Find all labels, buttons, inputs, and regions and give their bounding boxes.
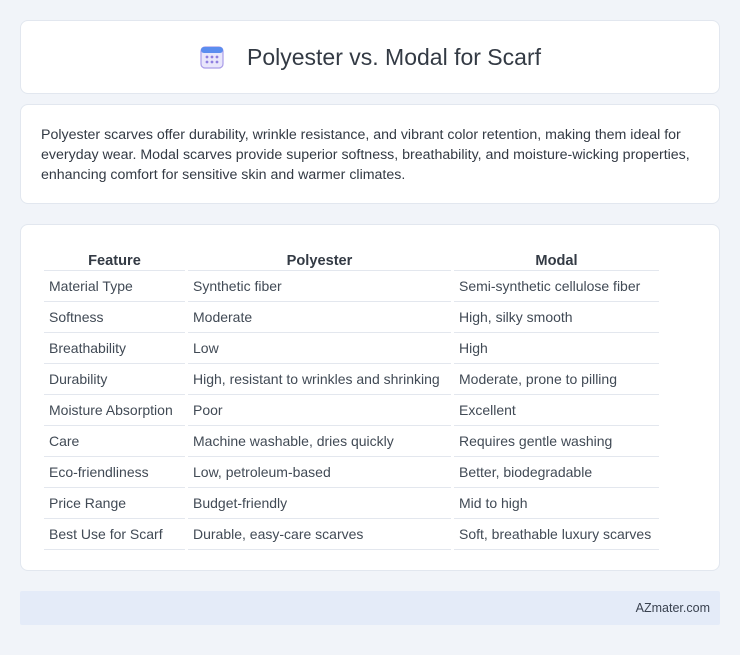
modal-cell: Better, biodegradable <box>454 457 659 488</box>
feature-cell: Eco-friendliness <box>44 457 185 488</box>
modal-cell: Requires gentle washing <box>454 426 659 457</box>
title-card: Polyester vs. Modal for Scarf <box>20 20 720 94</box>
modal-cell: Mid to high <box>454 488 659 519</box>
table-row: Care Machine washable, dries quickly Req… <box>44 426 659 457</box>
feature-cell: Care <box>44 426 185 457</box>
polyester-cell: Synthetic fiber <box>188 271 451 302</box>
table-header-row: Feature Polyester Modal <box>44 245 659 271</box>
table-row: Durability High, resistant to wrinkles a… <box>44 364 659 395</box>
feature-cell: Durability <box>44 364 185 395</box>
polyester-cell: Moderate <box>188 302 451 333</box>
comparison-table: Feature Polyester Modal Material Type Sy… <box>41 245 662 550</box>
table-row: Price Range Budget-friendly Mid to high <box>44 488 659 519</box>
calendar-icon <box>199 44 225 70</box>
feature-cell: Moisture Absorption <box>44 395 185 426</box>
polyester-cell: Budget-friendly <box>188 488 451 519</box>
modal-cell: Excellent <box>454 395 659 426</box>
footer-site-link[interactable]: AZmater.com <box>636 601 710 615</box>
polyester-cell: Low <box>188 333 451 364</box>
feature-cell: Best Use for Scarf <box>44 519 185 550</box>
column-header-polyester: Polyester <box>188 245 451 271</box>
modal-cell: Soft, breathable luxury scarves <box>454 519 659 550</box>
polyester-cell: Durable, easy-care scarves <box>188 519 451 550</box>
table-row: Best Use for Scarf Durable, easy-care sc… <box>44 519 659 550</box>
comparison-card: Feature Polyester Modal Material Type Sy… <box>20 224 720 571</box>
column-header-feature: Feature <box>44 245 185 271</box>
polyester-cell: Poor <box>188 395 451 426</box>
polyester-cell: Machine washable, dries quickly <box>188 426 451 457</box>
column-header-modal: Modal <box>454 245 659 271</box>
table-row: Moisture Absorption Poor Excellent <box>44 395 659 426</box>
feature-cell: Breathability <box>44 333 185 364</box>
feature-cell: Price Range <box>44 488 185 519</box>
intro-card: Polyester scarves offer durability, wrin… <box>20 104 720 204</box>
polyester-cell: High, resistant to wrinkles and shrinkin… <box>188 364 451 395</box>
modal-cell: High <box>454 333 659 364</box>
polyester-cell: Low, petroleum-based <box>188 457 451 488</box>
footer-bar: AZmater.com <box>20 591 720 625</box>
page-title: Polyester vs. Modal for Scarf <box>247 43 541 70</box>
modal-cell: Moderate, prone to pilling <box>454 364 659 395</box>
table-row: Softness Moderate High, silky smooth <box>44 302 659 333</box>
feature-cell: Material Type <box>44 271 185 302</box>
modal-cell: Semi-synthetic cellulose fiber <box>454 271 659 302</box>
table-row: Material Type Synthetic fiber Semi-synth… <box>44 271 659 302</box>
intro-paragraph: Polyester scarves offer durability, wrin… <box>41 127 690 183</box>
table-row: Eco-friendliness Low, petroleum-based Be… <box>44 457 659 488</box>
modal-cell: High, silky smooth <box>454 302 659 333</box>
table-row: Breathability Low High <box>44 333 659 364</box>
feature-cell: Softness <box>44 302 185 333</box>
